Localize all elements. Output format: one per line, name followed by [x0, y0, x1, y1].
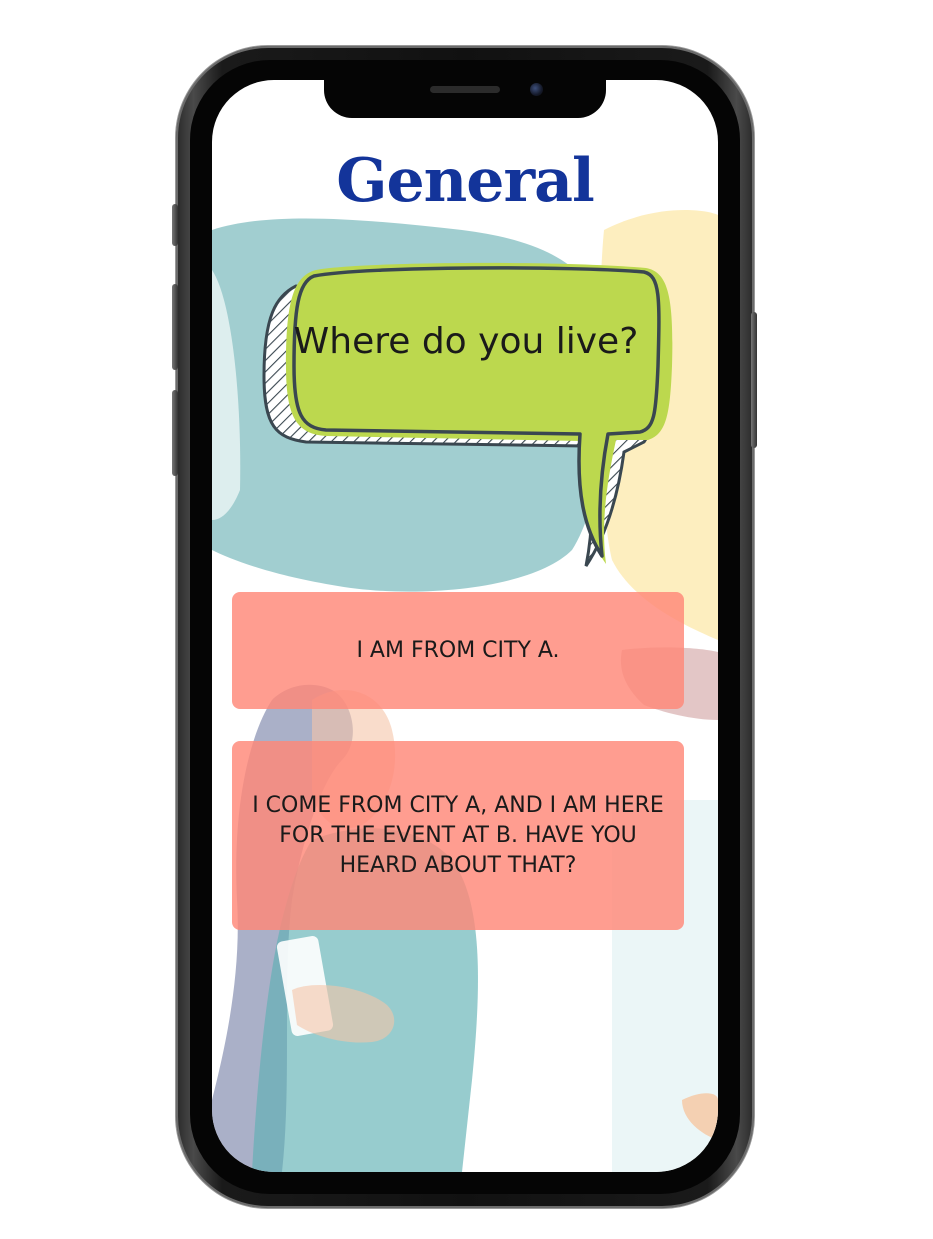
phone-screen: General Where do you live? I AM FROM CIT… — [212, 80, 718, 1172]
question-text: Where do you live? — [293, 321, 639, 362]
answer-option-2-label: I COME FROM CITY A, AND I AM HERE FOR TH… — [252, 792, 664, 878]
speaker-grille — [430, 86, 500, 93]
phone-notch — [324, 80, 606, 118]
answer-option-2[interactable]: I COME FROM CITY A, AND I AM HERE FOR TH… — [232, 741, 684, 930]
page-title: General — [336, 146, 595, 216]
mute-switch — [172, 204, 178, 246]
power-button — [751, 312, 757, 448]
front-camera — [530, 83, 543, 96]
speech-bubble-icon — [262, 262, 673, 567]
answer-option-1-label: I AM FROM CITY A. — [356, 638, 560, 663]
answer-option-1[interactable]: I AM FROM CITY A. — [232, 592, 684, 709]
volume-down-button — [172, 390, 178, 476]
volume-up-button — [172, 284, 178, 370]
